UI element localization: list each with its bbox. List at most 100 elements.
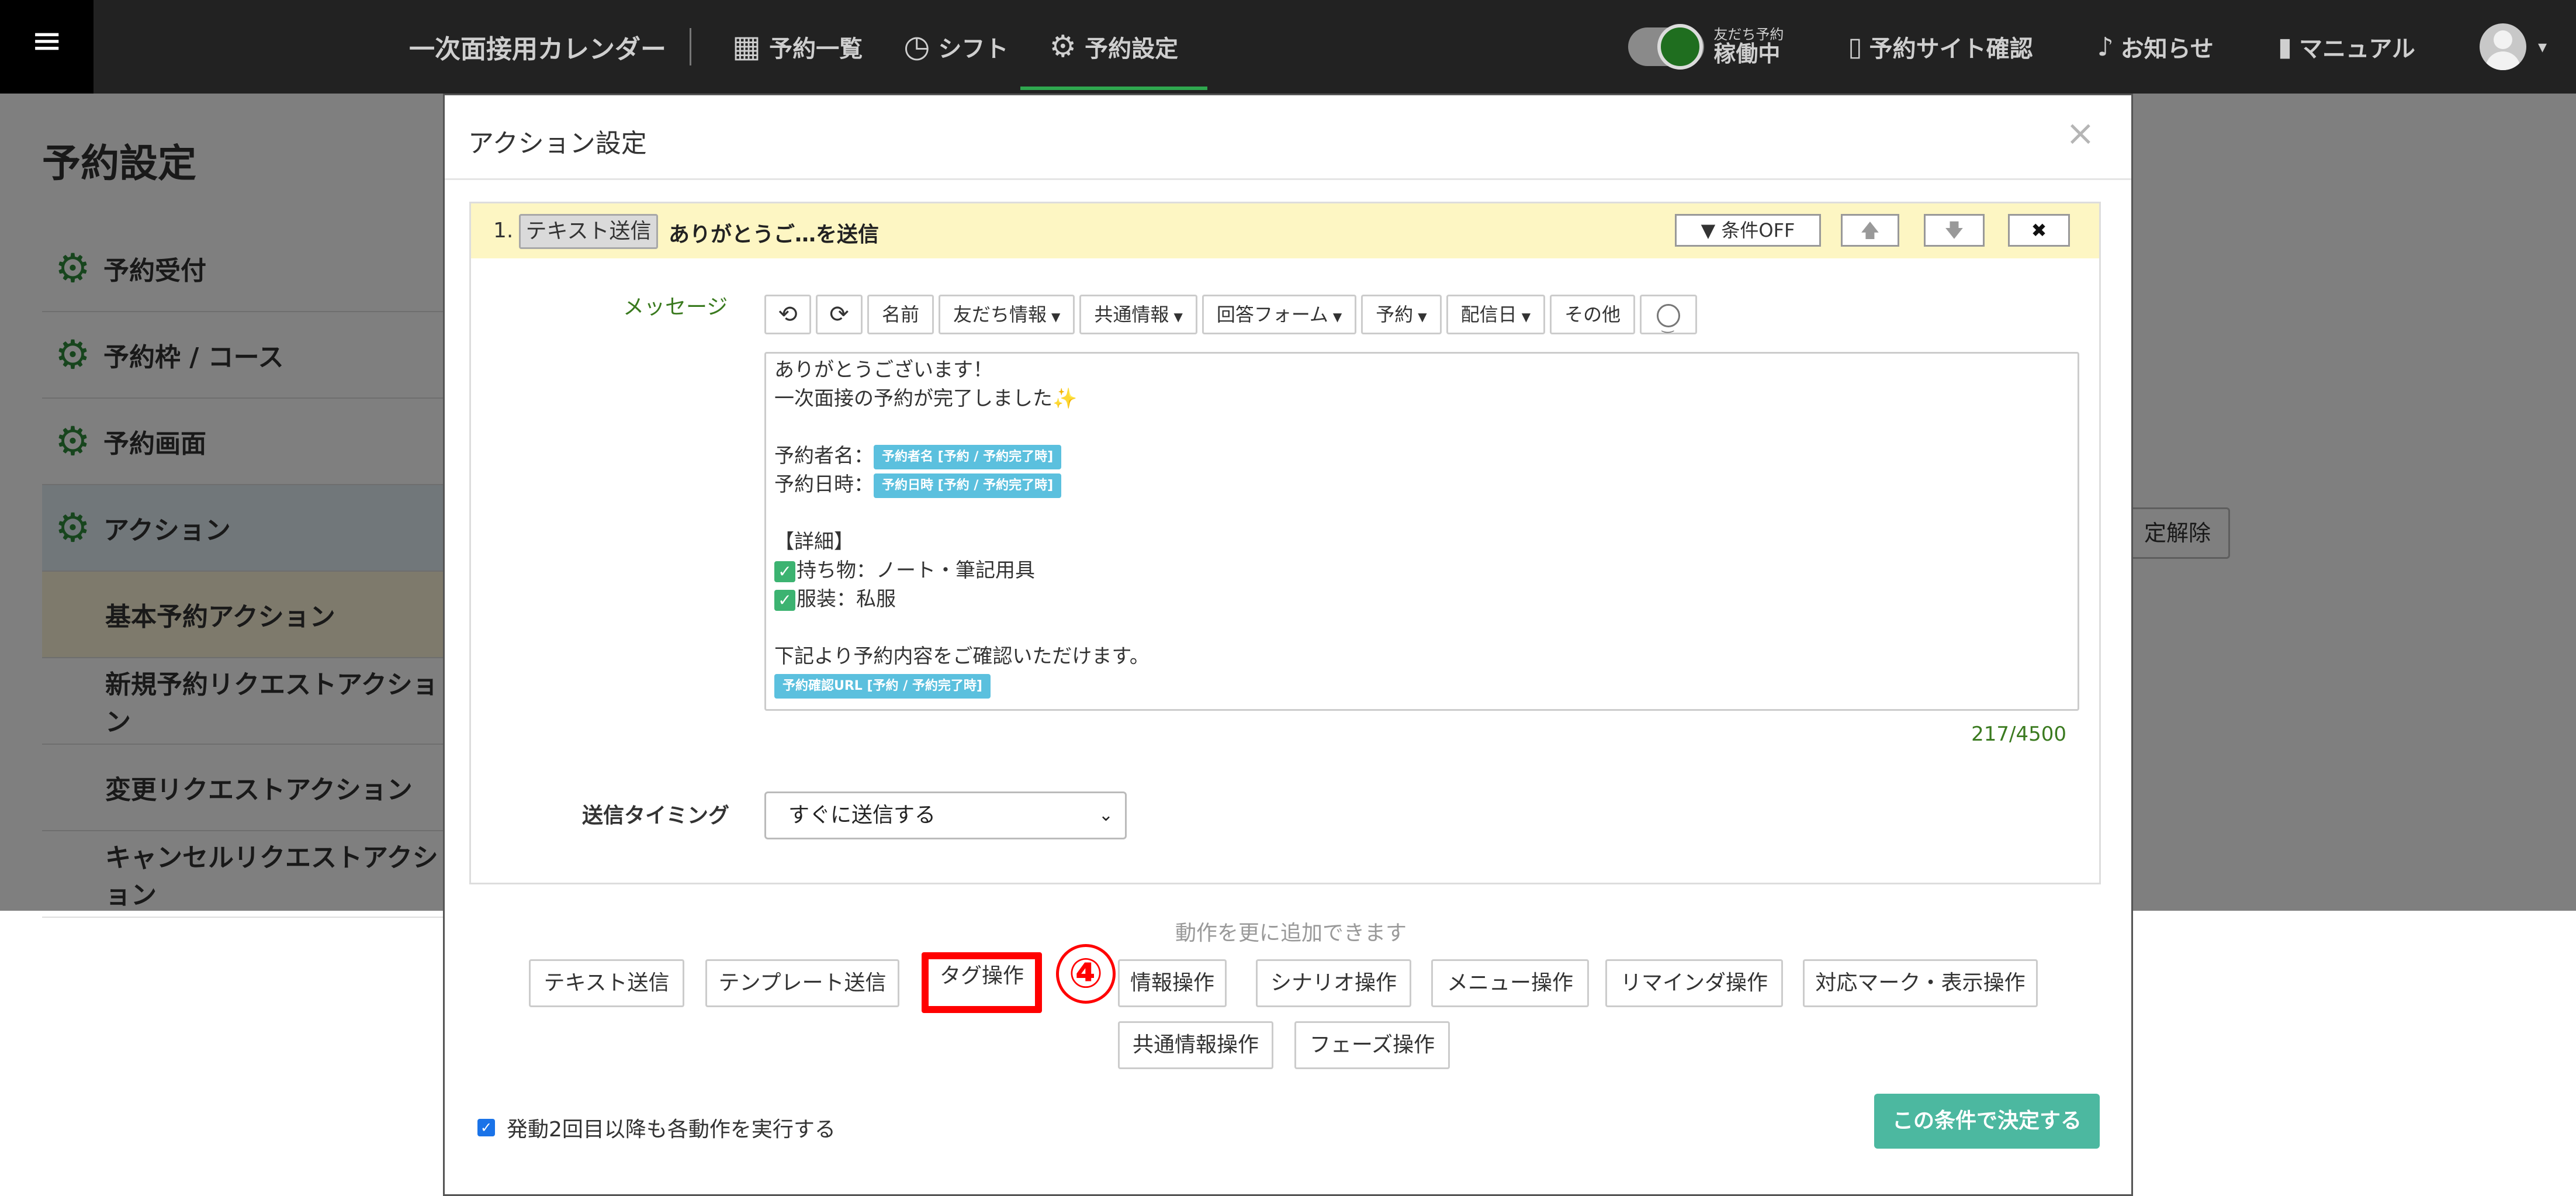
action-number: 1.: [493, 219, 514, 243]
message-text: 一次面接の予約が完了しました: [774, 387, 1052, 410]
modal-title: アクション設定: [468, 129, 647, 158]
op-template-send-button[interactable]: テンプレート送信: [705, 959, 899, 1007]
undo-icon: ⟲: [778, 301, 798, 328]
phone-icon: ▯: [1848, 32, 1862, 62]
gear-icon: ⚙: [1049, 29, 1077, 64]
nav-shift[interactable]: ◷ シフト: [903, 0, 1008, 94]
nav-shift-label: シフト: [938, 36, 1009, 63]
op-common-info-button[interactable]: 共通情報操作: [1118, 1021, 1273, 1069]
caret-down-icon: ▼: [1173, 310, 1183, 324]
nav-notifications-label: お知らせ: [2120, 36, 2214, 63]
message-line: 一次面接の予約が完了しました✨: [774, 385, 2069, 413]
check-mark-icon: ✓: [774, 589, 795, 611]
message-label: メッセージ: [623, 295, 728, 319]
variable-tag[interactable]: 予約確認URL [予約 / 予約完了時]: [774, 673, 991, 699]
message-line-blank: [774, 614, 2069, 642]
op-info-button[interactable]: 情報操作: [1118, 959, 1227, 1007]
op-reminder-button[interactable]: リマインダ操作: [1605, 959, 1783, 1007]
move-up-button[interactable]: 🡅: [1841, 214, 1899, 247]
clock-icon: ◷: [903, 29, 930, 64]
hamburger-menu-icon[interactable]: ≡: [0, 0, 94, 94]
nav-left: 一次面接用カレンダー ▦ 予約一覧 ◷ シフト ⚙ 予約設定: [409, 0, 1207, 94]
move-down-button[interactable]: 🡇: [1924, 214, 1985, 247]
message-line-blank: [774, 499, 2069, 528]
nav-reservation-settings-label: 予約設定: [1085, 36, 1179, 63]
nav-site-check-label: 予約サイト確認: [1869, 36, 2033, 63]
avatar[interactable]: [2479, 23, 2526, 70]
close-icon[interactable]: ×: [2066, 113, 2095, 154]
nav-site-check[interactable]: ▯ 予約サイト確認: [1848, 30, 2033, 64]
action-summary: ありがとうご…を送信: [669, 223, 880, 247]
send-timing-label: 送信タイミング: [582, 804, 730, 828]
dropdown-label: 友だち情報: [953, 303, 1047, 326]
op-phase-button[interactable]: フェーズ操作: [1294, 1021, 1450, 1069]
nav-reservation-list[interactable]: ▦ 予約一覧: [732, 0, 863, 94]
condition-off-button[interactable]: ▼ 条件OFF: [1675, 214, 1821, 247]
delivery-date-dropdown[interactable]: 配信日 ▼: [1446, 295, 1546, 334]
op-text-send-button[interactable]: テキスト送信: [529, 959, 684, 1007]
nav-reservation-settings[interactable]: ⚙ 予約設定: [1020, 0, 1207, 94]
sparkles-icon: ✨: [1052, 387, 1078, 410]
step-marker: ④: [1056, 944, 1116, 1004]
common-info-dropdown[interactable]: 共通情報 ▼: [1079, 295, 1197, 334]
message-line-blank: [774, 413, 2069, 442]
message-line: 予約者名： 予約者名 [予約 / 予約完了時]: [774, 442, 2069, 471]
message-toolbar: ⟲ ⟳ 名前 友だち情報 ▼ 共通情報 ▼ 回答フォーム ▼ 予約 ▼ 配信日 ▼ その他: [764, 295, 1702, 343]
insert-name-button[interactable]: 名前: [867, 295, 934, 334]
action-type-badge: テキスト送信: [519, 214, 658, 249]
chevron-down-icon[interactable]: ▾: [2538, 37, 2547, 57]
friend-info-dropdown[interactable]: 友だち情報 ▼: [939, 295, 1075, 334]
action-settings-modal: アクション設定 × 1. テキスト送信 ありがとうご…を送信 ▼ 条件OFF 🡅…: [443, 94, 2133, 1196]
filter-icon: ▼: [1701, 219, 1716, 241]
reservation-dropdown[interactable]: 予約 ▼: [1361, 295, 1442, 334]
op-mark-display-button[interactable]: 対応マーク・表示操作: [1803, 959, 2038, 1007]
repeat-label: 発動2回目以降も各動作を実行する: [507, 1118, 836, 1142]
dropdown-label: 回答フォーム: [1216, 303, 1328, 326]
bell-icon: ♪: [2097, 32, 2114, 62]
undo-button[interactable]: ⟲: [764, 295, 811, 334]
caret-down-icon: ▼: [1418, 310, 1427, 324]
caret-down-icon: ▼: [1051, 310, 1061, 324]
message-text: 持ち物：ノート・筆記用具: [797, 559, 1035, 582]
emoji-button[interactable]: [1640, 295, 1698, 343]
answer-form-dropdown[interactable]: 回答フォーム ▼: [1202, 295, 1357, 334]
message-line: 予約確認URL [予約 / 予約完了時]: [774, 671, 2069, 700]
redo-button[interactable]: ⟳: [816, 295, 863, 334]
repeat-option[interactable]: ✓ 発動2回目以降も各動作を実行する: [477, 1112, 836, 1143]
variable-tag[interactable]: 予約者名 [予約 / 予約完了時]: [874, 444, 1062, 469]
op-menu-button[interactable]: メニュー操作: [1431, 959, 1589, 1007]
op-tag-button[interactable]: タグ操作: [922, 952, 1042, 1013]
toggle-knob: [1657, 24, 1704, 70]
calendar-icon: ▦: [732, 29, 761, 64]
dropdown-label: 配信日: [1460, 303, 1517, 326]
toggle-small-label: 友だち予約: [1713, 26, 1784, 43]
message-text: 予約日時：: [774, 473, 874, 496]
check-mark-icon: ✓: [774, 561, 795, 582]
send-timing-select[interactable]: すぐに送信する ⌄: [764, 791, 1127, 839]
nav-notifications[interactable]: ♪ お知らせ: [2097, 30, 2214, 64]
arrow-up-icon: 🡅: [1860, 219, 1880, 241]
submit-button[interactable]: この条件で決定する: [1874, 1094, 2100, 1149]
message-text: 服装：私服: [797, 587, 896, 611]
dropdown-label: 予約: [1376, 303, 1414, 326]
repeat-checkbox[interactable]: ✓: [477, 1119, 495, 1136]
add-action-hint: 動作を更に追加できます: [1175, 921, 1407, 945]
message-text: 予約者名：: [774, 444, 874, 468]
book-icon: ▮: [2277, 32, 2293, 62]
nav-right: 友だち予約 稼働中 ▯ 予約サイト確認 ♪ お知らせ ▮ マニュアル ▾: [1628, 0, 2547, 94]
message-line: ありがとうございます！: [774, 358, 993, 382]
nav-manual[interactable]: ▮ マニュアル: [2278, 30, 2415, 64]
delete-action-button[interactable]: ✖: [2008, 214, 2070, 247]
modal-header: アクション設定 ×: [445, 95, 2131, 180]
friend-reservation-toggle[interactable]: [1628, 24, 1705, 70]
calendar-title[interactable]: 一次面接用カレンダー: [409, 28, 691, 65]
op-scenario-button[interactable]: シナリオ操作: [1256, 959, 1411, 1007]
variable-tag[interactable]: 予約日時 [予約 / 予約完了時]: [874, 473, 1062, 498]
caret-down-icon: ▼: [1521, 310, 1531, 324]
top-navigation-bar: ≡ 一次面接用カレンダー ▦ 予約一覧 ◷ シフト ⚙ 予約設定 友だち予約 稼…: [0, 0, 2576, 94]
message-textarea[interactable]: ありがとうございます！ 一次面接の予約が完了しました✨ 予約者名： 予約者名 [予…: [764, 352, 2079, 711]
nav-reservation-list-label: 予約一覧: [769, 36, 863, 63]
caret-down-icon: ▼: [1332, 310, 1342, 324]
other-button[interactable]: その他: [1550, 295, 1636, 334]
close-icon: ✖: [2031, 219, 2047, 241]
